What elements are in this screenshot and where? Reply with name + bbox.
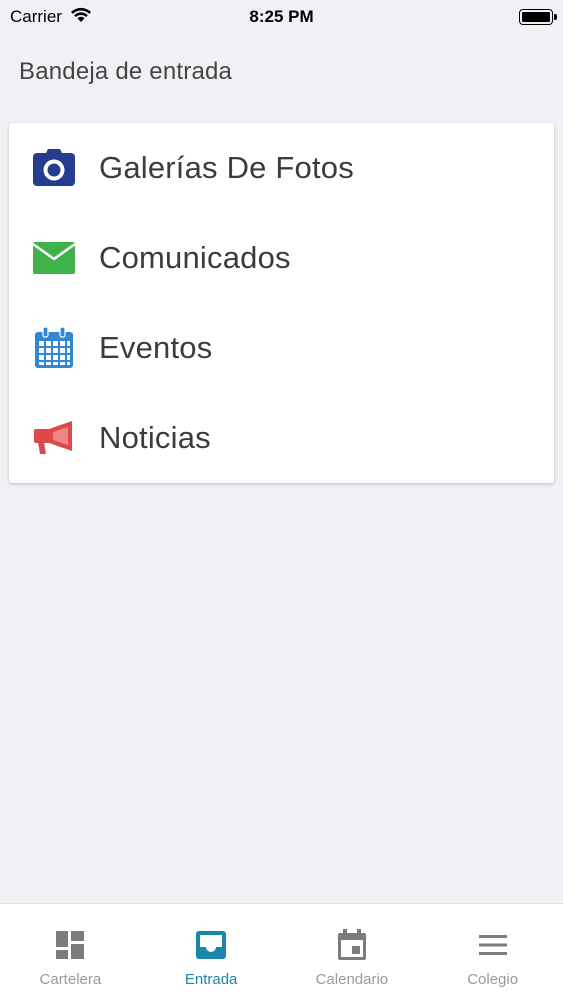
tab-label: Calendario (315, 971, 389, 988)
battery-fill (522, 12, 550, 22)
carrier-label: Carrier (10, 7, 62, 26)
tab-calendario[interactable]: Calendario (282, 904, 423, 1000)
menu-item-eventos[interactable]: Eventos (9, 303, 554, 393)
tab-label: Colegio (467, 971, 519, 988)
dashboard-icon (53, 928, 87, 962)
menu-item-label: Eventos (99, 330, 213, 365)
calendar-grid-icon (32, 326, 76, 370)
menu-item-label: Galerías De Fotos (99, 150, 354, 185)
inbox-icon (194, 928, 228, 962)
menu-item-noticias[interactable]: Noticias (9, 393, 554, 483)
battery-icon (519, 9, 557, 25)
camera-icon (32, 146, 76, 190)
menu-item-label: Noticias (99, 420, 211, 455)
megaphone-icon (32, 416, 76, 460)
tab-cartelera[interactable]: Cartelera (0, 904, 141, 1000)
menu-item-galerias[interactable]: Galerías De Fotos (9, 123, 554, 213)
page-title: Bandeja de entrada (19, 58, 233, 85)
tab-entrada[interactable]: Entrada (141, 904, 282, 1000)
envelope-icon (32, 236, 76, 280)
inbox-card: Galerías De Fotos Comunicados Eventos No… (9, 123, 554, 483)
calendar-icon (335, 928, 369, 962)
tab-label: Cartelera (39, 971, 102, 988)
status-left: Carrier (10, 7, 92, 28)
menu-item-label: Comunicados (99, 240, 291, 275)
tab-colegio[interactable]: Colegio (422, 904, 563, 1000)
tab-bar: Cartelera Entrada Calendario Colegio (0, 903, 563, 1000)
menu-icon (476, 928, 510, 962)
status-bar: Carrier 8:25 PM (0, 0, 563, 34)
menu-item-comunicados[interactable]: Comunicados (9, 213, 554, 303)
wifi-icon (70, 7, 92, 28)
tab-label: Entrada (184, 971, 238, 988)
